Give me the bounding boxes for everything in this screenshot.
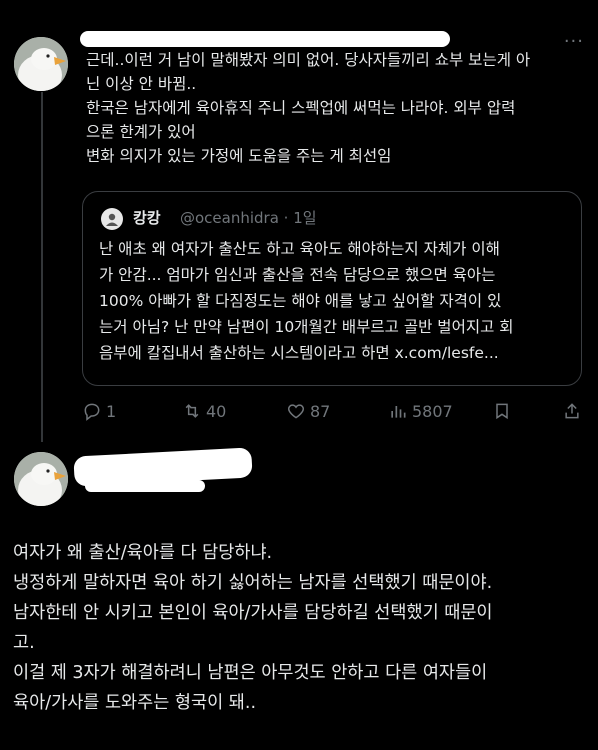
like-count: 87 bbox=[310, 401, 331, 421]
tweet-text: 여자가 왜 출산/육아를 다 담당하냐. 냉정하게 말하자면 육아 하기 싫어하… bbox=[13, 538, 588, 718]
tweet-line: 냉정하게 말하자면 육아 하기 싫어하는 남자를 선택했기 때문이야. bbox=[13, 573, 493, 593]
views-count: 5807 bbox=[412, 401, 453, 421]
quoted-tweet-card[interactable]: 캉캉 @oceanhidra · 1일 난 애초 왜 여자가 출산도 하고 육아… bbox=[82, 191, 582, 386]
thread-line bbox=[41, 92, 43, 442]
avatar[interactable] bbox=[14, 452, 68, 506]
bookmark-button[interactable] bbox=[492, 399, 512, 423]
tweet-line: 여자가 왜 출산/육아를 다 담당하냐. bbox=[13, 543, 273, 563]
views-button[interactable]: 5807 bbox=[388, 399, 453, 423]
quoted-line: 100% 아빠가 할 다짐정도는 해야 애를 낳고 싶어할 자격이 있 bbox=[99, 292, 502, 310]
quoted-line: 난 애초 왜 여자가 출산도 하고 육아도 해야하는지 자체가 이해 bbox=[99, 240, 500, 258]
repost-button[interactable]: 40 bbox=[182, 399, 226, 423]
repost-count: 40 bbox=[206, 401, 227, 421]
reply-button[interactable]: 1 bbox=[82, 399, 116, 423]
reply-icon bbox=[84, 403, 100, 421]
like-button[interactable]: 87 bbox=[286, 399, 330, 423]
tweet-line: 으론 한계가 있어 bbox=[86, 123, 196, 141]
quoted-line: 가 안감... 엄마가 임신과 출산을 전속 담당으로 했으면 육아는 bbox=[99, 266, 496, 284]
tweet-line: 남자한테 안 시키고 본인이 육아/가사를 담당하길 선택했기 때문이 bbox=[13, 603, 493, 623]
views-icon bbox=[391, 406, 406, 418]
redacted-username bbox=[80, 31, 450, 47]
bookmark-icon bbox=[496, 403, 508, 420]
share-button[interactable] bbox=[562, 399, 582, 423]
tweet-line: 근데..이런 거 남이 말해봤자 의미 없어. 당사자들끼리 쇼부 보는게 아 bbox=[86, 51, 531, 69]
quoted-line: 음부에 칼집내서 출산하는 시스템이라고 하면 x.com/lesfe... bbox=[99, 344, 499, 362]
tweet-line: 이걸 제 3자가 해결하려니 남편은 아무것도 안하고 다른 여자들이 bbox=[13, 663, 488, 683]
quoted-avatar-icon bbox=[106, 213, 118, 226]
tweet-line: 육아/가사를 도와주는 형국이 돼.. bbox=[13, 693, 257, 713]
share-icon bbox=[565, 403, 579, 419]
tweet-line: 고. bbox=[13, 633, 35, 653]
goose-avatar-icon bbox=[14, 37, 68, 91]
tweet-line: 한국은 남자에게 육아휴직 주니 스펙업에 써먹는 나라야. 외부 압력 bbox=[86, 99, 516, 117]
quoted-display-name: 캉캉 bbox=[133, 209, 161, 227]
heart-icon bbox=[287, 404, 305, 419]
repost-icon bbox=[185, 404, 199, 418]
quoted-handle: @oceanhidra · 1일 bbox=[180, 209, 317, 227]
tweet-line: 변화 의지가 있는 가정에 도움을 주는 게 최선임 bbox=[86, 147, 392, 165]
tweet-line: 닌 이상 안 바뀜.. bbox=[86, 75, 197, 93]
quoted-text: 난 애초 왜 여자가 출산도 하고 육아도 해야하는지 자체가 이해 가 안감.… bbox=[99, 236, 571, 366]
goose-avatar-icon bbox=[14, 452, 68, 506]
avatar[interactable] bbox=[14, 37, 68, 91]
redacted-handle bbox=[85, 480, 205, 492]
tweet-text: 근데..이런 거 남이 말해봤자 의미 없어. 당사자들끼리 쇼부 보는게 아 … bbox=[86, 48, 586, 168]
quoted-avatar bbox=[101, 208, 123, 230]
reply-count: 1 bbox=[106, 401, 117, 421]
quoted-line: 는거 아님? 난 만약 남편이 10개월간 배부르고 골반 벌어지고 회 bbox=[99, 318, 514, 336]
